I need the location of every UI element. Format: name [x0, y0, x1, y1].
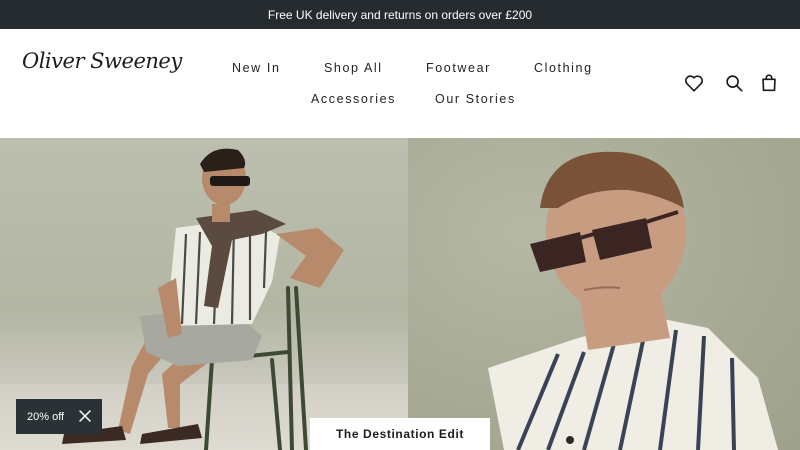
promo-text: Free UK delivery and returns on orders o… [267, 7, 533, 22]
discount-label[interactable]: 20% off [27, 411, 64, 423]
destination-edit-button[interactable]: The Destination Edit [310, 418, 490, 450]
nav-clothing[interactable]: Clothing [534, 61, 593, 75]
shopping-bag-icon[interactable] [758, 72, 780, 94]
hero-banner: The Destination Edit [0, 138, 800, 450]
promo-bar: Free UK delivery and returns on orders o… [0, 0, 800, 29]
site-header: Oliver Sweeney New In Shop All Footwear … [0, 29, 800, 138]
search-icon[interactable] [723, 72, 745, 94]
heart-icon[interactable] [683, 72, 705, 94]
nav-our-stories[interactable]: Our Stories [435, 92, 516, 106]
sunglasses-model-illustration [488, 151, 778, 450]
hero-image-sunglasses-model[interactable] [408, 138, 800, 450]
nav-footwear[interactable]: Footwear [426, 61, 491, 75]
nav-shop-all[interactable]: Shop All [324, 61, 383, 75]
nav-accessories[interactable]: Accessories [311, 92, 396, 106]
discount-popup[interactable]: 20% off [16, 399, 102, 434]
close-icon[interactable] [78, 409, 92, 423]
brand-logo[interactable]: Oliver Sweeney [22, 49, 182, 73]
nav-new-in[interactable]: New In [232, 61, 281, 75]
